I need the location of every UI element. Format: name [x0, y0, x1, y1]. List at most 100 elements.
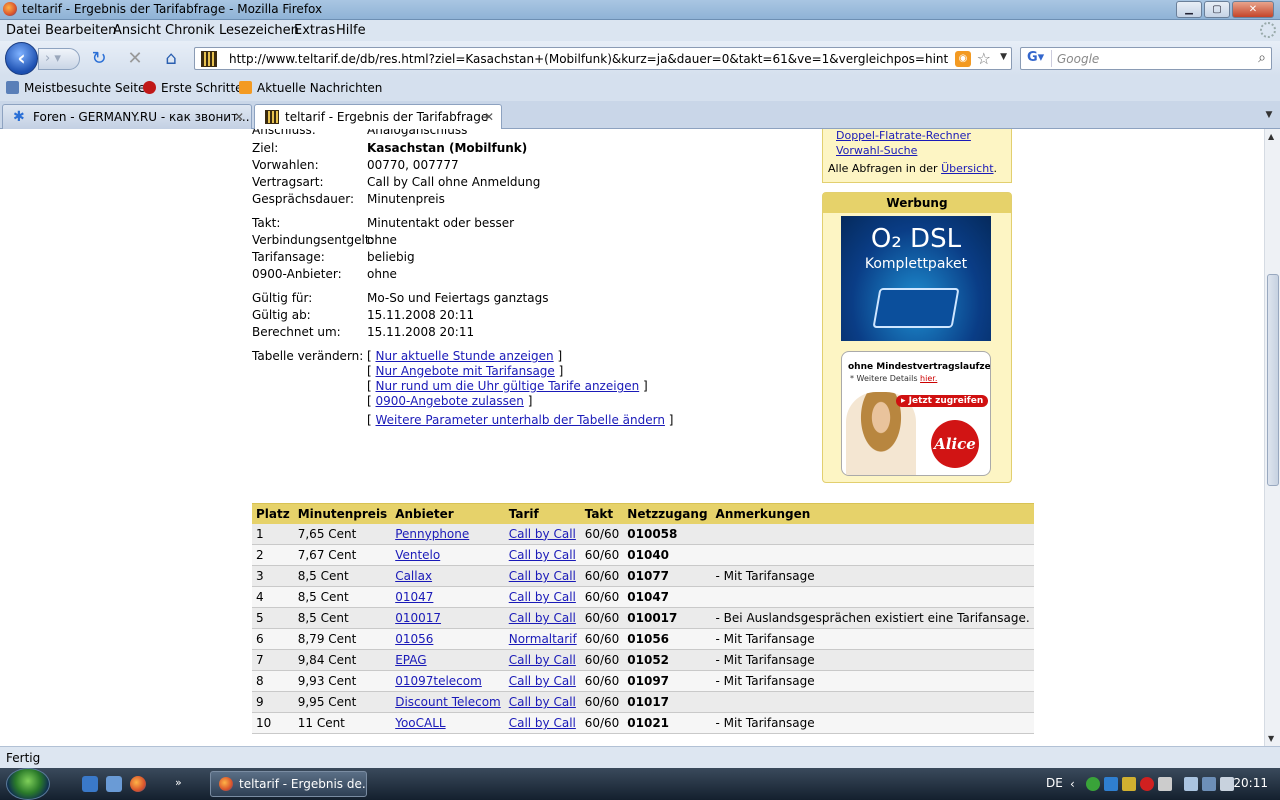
- bookmark-star-icon[interactable]: ☆: [977, 49, 991, 68]
- tariff-link[interactable]: Call by Call: [509, 569, 576, 583]
- firefox-bookmark-icon: [143, 81, 156, 94]
- o2-dsl-ad[interactable]: O₂ DSL Komplettpaket: [841, 216, 991, 341]
- scroll-down-arrow-icon[interactable]: ▼: [1268, 734, 1274, 743]
- menu-datei[interactable]: Datei: [6, 23, 41, 38]
- link-doppel-flatrate-rechner[interactable]: Doppel-Flatrate-Rechner: [836, 129, 971, 142]
- back-button[interactable]: ‹: [5, 42, 38, 75]
- link-uebersicht[interactable]: Übersicht: [941, 162, 993, 175]
- tariff-link[interactable]: Call by Call: [509, 548, 576, 562]
- header-netzzugang: Netzzugang: [623, 503, 712, 524]
- tab-teltarif[interactable]: teltarif - Ergebnis der Tarifabfrage ✕: [254, 104, 502, 130]
- forward-button[interactable]: › ▾: [38, 48, 80, 70]
- search-input[interactable]: Google: [1057, 52, 1099, 66]
- tariff-link[interactable]: Call by Call: [509, 527, 576, 541]
- cell-anbieter: Pennyphone: [391, 523, 505, 545]
- advertising-box: Werbung O₂ DSL Komplettpaket ohne Mindes…: [822, 192, 1012, 483]
- link-0900-zulassen[interactable]: 0900-Angebote zulassen: [376, 394, 524, 408]
- tariff-link[interactable]: Call by Call: [509, 611, 576, 625]
- minimize-button[interactable]: ▁: [1176, 1, 1202, 18]
- close-window-button[interactable]: ✕: [1232, 1, 1274, 18]
- url-dropdown-icon[interactable]: ▼: [1000, 52, 1007, 62]
- tray-app-icon[interactable]: [1202, 777, 1216, 791]
- tariff-link[interactable]: Call by Call: [509, 674, 576, 688]
- cell-takt: 60/60: [580, 628, 624, 650]
- tab-strip: ✱ Foren - GERMANY.RU - как звонит... ✕ t…: [0, 101, 1280, 130]
- provider-link[interactable]: 01097telecom: [395, 674, 482, 688]
- table-row: 2 7,67 Cent Ventelo Call by Call 60/60 01040: [252, 544, 1034, 566]
- vertical-scrollbar[interactable]: ▲ ▼: [1264, 129, 1280, 746]
- bookmark-meistbesuchte[interactable]: Meistbesuchte Seiten: [6, 81, 153, 95]
- menu-bearbeiten[interactable]: Bearbeiten: [45, 23, 116, 38]
- alice-ad[interactable]: ohne Mindestvertragslaufzeit* * Weitere …: [841, 351, 991, 476]
- link-nur-aktuelle-stunde[interactable]: Nur aktuelle Stunde anzeigen: [376, 349, 554, 363]
- tray-app-icon[interactable]: [1140, 777, 1154, 791]
- tariff-link[interactable]: Call by Call: [509, 590, 576, 604]
- provider-link[interactable]: 01056: [395, 632, 433, 646]
- cell-platz: 10: [252, 712, 294, 734]
- tray-app-icon[interactable]: [1122, 777, 1136, 791]
- provider-link[interactable]: Pennyphone: [395, 527, 469, 541]
- volume-icon[interactable]: [1220, 777, 1234, 791]
- show-desktop-icon[interactable]: [82, 776, 98, 792]
- menu-chronik[interactable]: Chronik: [165, 23, 215, 38]
- site-favicon-icon: [201, 51, 217, 67]
- tray-app-icon[interactable]: [1158, 777, 1172, 791]
- google-engine-icon[interactable]: G▾: [1024, 50, 1052, 67]
- clock[interactable]: 20:11: [1233, 776, 1268, 790]
- switch-windows-icon[interactable]: [106, 776, 122, 792]
- provider-link[interactable]: Discount Telecom: [395, 695, 501, 709]
- chevron-right-icon[interactable]: »: [175, 776, 191, 792]
- scroll-up-arrow-icon[interactable]: ▲: [1268, 132, 1274, 141]
- home-icon[interactable]: ⌂: [160, 48, 182, 70]
- search-icon[interactable]: ⌕: [1258, 50, 1266, 66]
- menu-extras[interactable]: Extras: [294, 23, 335, 38]
- start-button[interactable]: [6, 768, 50, 800]
- tariff-link[interactable]: Call by Call: [509, 653, 576, 667]
- link-weitere-parameter[interactable]: Weitere Parameter unterhalb der Tabelle …: [376, 413, 665, 427]
- taskbar-firefox-button[interactable]: teltarif - Ergebnis de...: [210, 771, 367, 797]
- tab-foren[interactable]: ✱ Foren - GERMANY.RU - как звонит... ✕: [2, 104, 252, 129]
- search-bar[interactable]: G▾ Google ⌕: [1020, 47, 1272, 70]
- menu-ansicht[interactable]: Ansicht: [113, 23, 161, 38]
- tariff-link[interactable]: Call by Call: [509, 695, 576, 709]
- tray-app-icon[interactable]: [1086, 777, 1100, 791]
- table-row: 1 7,65 Cent Pennyphone Call by Call 60/60 010…: [252, 523, 1034, 545]
- menu-hilfe[interactable]: Hilfe: [336, 23, 366, 38]
- link-rund-um-die-uhr[interactable]: Nur rund um die Uhr gültige Tarife anzei…: [376, 379, 640, 393]
- url-bar[interactable]: http://www.teltarif.de/db/res.html?ziel=…: [194, 47, 1012, 70]
- firefox-quicklaunch-icon[interactable]: [130, 776, 146, 792]
- close-tab-icon[interactable]: ✕: [484, 110, 494, 124]
- provider-link[interactable]: 01047: [395, 590, 433, 604]
- status-bar: Fertig: [0, 746, 1280, 768]
- tab-list-dropdown-icon[interactable]: ▼: [1261, 107, 1277, 123]
- network-icon[interactable]: [1184, 777, 1198, 791]
- provider-link[interactable]: Ventelo: [395, 548, 440, 562]
- provider-link[interactable]: 010017: [395, 611, 441, 625]
- cell-tarif: Call by Call: [504, 565, 581, 587]
- jetzt-zugreifen-button[interactable]: ▸ Jetzt zugreifen: [896, 395, 989, 407]
- table-row: 5 8,5 Cent 010017 Call by Call 60/60 010017- …: [252, 607, 1034, 629]
- link-nur-tarifansage[interactable]: Nur Angebote mit Tarifansage: [376, 364, 555, 378]
- stop-icon[interactable]: ✕: [124, 48, 146, 70]
- tariff-link[interactable]: Call by Call: [509, 716, 576, 730]
- reload-icon[interactable]: ↻: [88, 48, 110, 70]
- bookmark-erste-schritte[interactable]: Erste Schritte: [143, 81, 243, 95]
- chevron-left-icon[interactable]: ‹: [1070, 777, 1084, 791]
- menu-lesezeichen[interactable]: Lesezeichen: [219, 23, 299, 38]
- scrollbar-thumb[interactable]: [1267, 274, 1279, 486]
- bookmarks-toolbar: Meistbesuchte Seiten Erste Schritte Aktu…: [0, 76, 1280, 101]
- cell-netzzugang: 01021: [623, 712, 712, 734]
- rss-feed-icon[interactable]: ◉: [955, 51, 971, 67]
- link-weitere-details[interactable]: hier.: [920, 374, 937, 383]
- provider-link[interactable]: YooCALL: [395, 716, 445, 730]
- maximize-button[interactable]: ▢: [1204, 1, 1230, 18]
- provider-link[interactable]: EPAG: [395, 653, 426, 667]
- close-tab-icon[interactable]: ✕: [234, 110, 244, 124]
- provider-link[interactable]: Callax: [395, 569, 432, 583]
- url-text[interactable]: http://www.teltarif.de/db/res.html?ziel=…: [229, 52, 949, 66]
- tray-app-icon[interactable]: [1104, 777, 1118, 791]
- language-indicator[interactable]: DE: [1046, 776, 1063, 790]
- bookmark-aktuelle-nachrichten[interactable]: Aktuelle Nachrichten: [239, 81, 382, 95]
- link-vorwahl-suche[interactable]: Vorwahl-Suche: [836, 144, 917, 157]
- tariff-link[interactable]: Normaltarif: [509, 632, 577, 646]
